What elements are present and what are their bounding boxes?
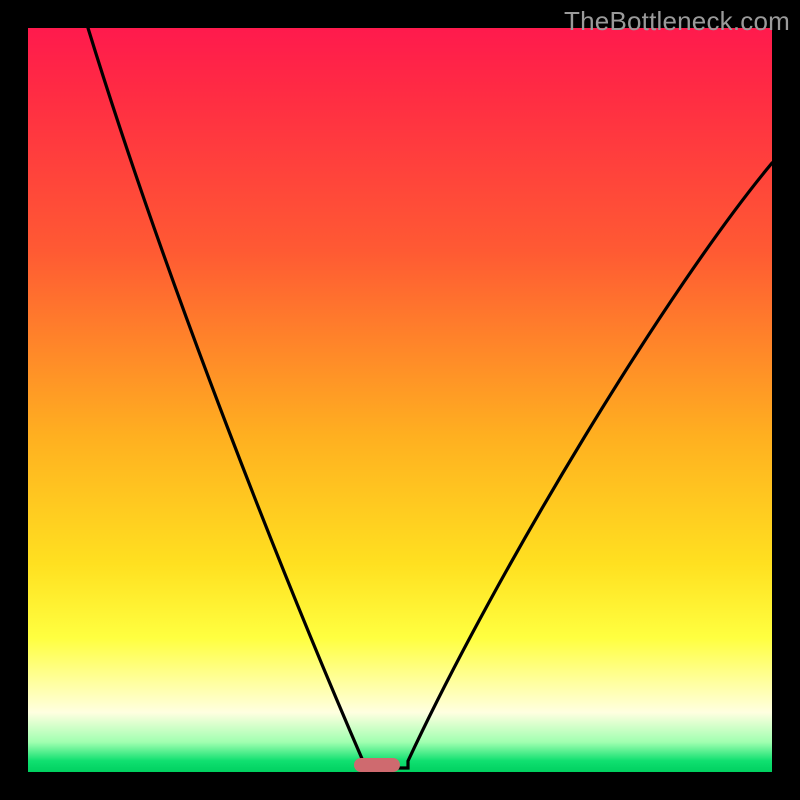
bottleneck-curve (28, 28, 772, 772)
curve-path (88, 28, 772, 768)
optimal-marker (354, 758, 400, 772)
plot-area (28, 28, 772, 772)
watermark-text: TheBottleneck.com (564, 6, 790, 37)
chart-frame: TheBottleneck.com (0, 0, 800, 800)
